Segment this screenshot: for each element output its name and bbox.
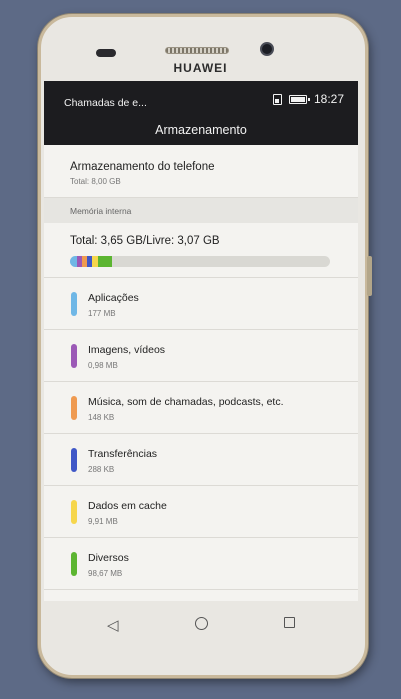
category-item[interactable]: Música, som de chamadas, podcasts, etc. 1… bbox=[44, 382, 358, 434]
category-color-swatch bbox=[71, 448, 77, 472]
category-color-swatch bbox=[71, 396, 77, 420]
battery-icon bbox=[288, 94, 310, 104]
category-size: 98,67 MB bbox=[88, 569, 123, 578]
category-size: 288 KB bbox=[88, 465, 115, 474]
category-color-swatch bbox=[71, 552, 77, 576]
front-camera bbox=[260, 42, 274, 56]
proximity-sensor bbox=[96, 49, 116, 57]
internal-memory-header: Memória interna bbox=[44, 198, 358, 223]
usage-segment bbox=[98, 256, 112, 267]
category-label: Transferências bbox=[88, 448, 158, 460]
phone-storage-total: Total: 8,00 GB bbox=[70, 177, 121, 186]
category-color-swatch bbox=[71, 344, 77, 368]
usage-segment bbox=[70, 256, 78, 267]
category-item[interactable]: Transferências 288 KB bbox=[44, 434, 358, 486]
page-title: Armazenamento bbox=[155, 123, 247, 137]
category-item[interactable]: Imagens, vídeos 0,98 MB bbox=[44, 330, 358, 382]
category-size: 177 MB bbox=[88, 309, 116, 318]
category-label: Aplicações bbox=[88, 292, 139, 304]
storage-usage-bar bbox=[70, 256, 330, 267]
category-label: Imagens, vídeos bbox=[88, 344, 166, 356]
screen: Chamadas de e... 18:27 Armazenamento Arm… bbox=[44, 81, 358, 601]
storage-content: Armazenamento do telefone Total: 8,00 GB… bbox=[44, 145, 358, 601]
home-icon[interactable] bbox=[195, 617, 208, 630]
category-label: Diversos bbox=[88, 552, 129, 564]
category-color-swatch bbox=[71, 292, 77, 316]
category-size: 9,91 MB bbox=[88, 517, 118, 526]
brand-logo: HUAWEI bbox=[173, 61, 228, 75]
sim-icon bbox=[272, 93, 282, 105]
category-item[interactable]: Dados em cache 9,91 MB bbox=[44, 486, 358, 538]
recents-icon[interactable] bbox=[284, 617, 295, 628]
status-bar: Chamadas de e... 18:27 bbox=[44, 81, 358, 121]
category-size: 0,98 MB bbox=[88, 361, 118, 370]
notification-title: Chamadas de e... bbox=[64, 97, 147, 109]
category-color-swatch bbox=[71, 500, 77, 524]
internal-total-row: Total: 3,65 GB/Livre: 3,07 GB bbox=[44, 223, 358, 278]
volume-button bbox=[367, 256, 372, 296]
internal-total-text: Total: 3,65 GB/Livre: 3,07 GB bbox=[70, 235, 220, 247]
category-size: 148 KB bbox=[88, 413, 115, 422]
category-item[interactable]: Aplicações 177 MB bbox=[44, 278, 358, 330]
back-icon[interactable]: ◁ bbox=[107, 616, 119, 634]
category-item[interactable]: Diversos 98,67 MB bbox=[44, 538, 358, 590]
category-label: Dados em cache bbox=[88, 500, 167, 512]
category-list: Aplicações 177 MB Imagens, vídeos 0,98 MB Mú… bbox=[44, 278, 358, 590]
clock: 18:27 bbox=[313, 92, 344, 106]
navigation-bar: ◁ bbox=[44, 604, 358, 650]
phone-storage-item[interactable]: Armazenamento do telefone Total: 8,00 GB bbox=[44, 145, 358, 198]
category-label: Música, som de chamadas, podcasts, etc. bbox=[88, 396, 284, 408]
earpiece-speaker bbox=[165, 47, 229, 54]
phone-storage-title: Armazenamento do telefone bbox=[70, 161, 215, 173]
